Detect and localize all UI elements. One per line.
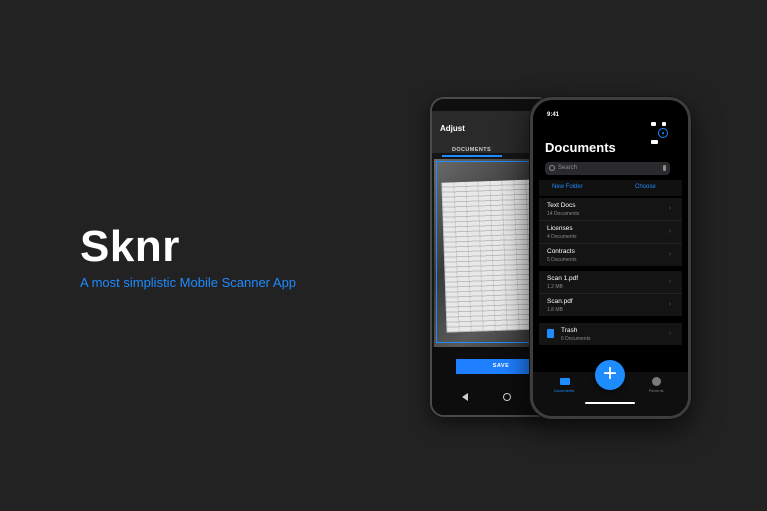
file-name: Scan.pdf — [547, 298, 573, 305]
trash-count: 6 Documents — [561, 335, 591, 342]
chevron-right-icon: › — [669, 228, 672, 235]
folder-name: Contracts — [547, 248, 575, 255]
chevron-right-icon: › — [669, 301, 672, 308]
page-title: Documents — [545, 140, 616, 155]
folder-count: 4 Documents — [547, 233, 577, 240]
new-folder-button[interactable]: New Folder — [552, 184, 583, 190]
chevron-right-icon: › — [669, 278, 672, 285]
trash-icon — [547, 329, 554, 338]
file-row-scan[interactable]: Scan.pdf 1.8 MB › — [539, 294, 682, 316]
battery-icon — [651, 140, 658, 144]
app-subtitle: A most simplistic Mobile Scanner App — [80, 275, 297, 290]
adjust-title: Adjust — [440, 124, 465, 133]
tab-recents-label[interactable]: Recents — [649, 388, 664, 393]
signal-icon — [651, 122, 656, 126]
hero: Sknr A most simplistic Mobile Scanner Ap… — [80, 222, 297, 291]
add-scan-button[interactable]: + — [595, 360, 625, 390]
folder-name: Licenses — [547, 225, 573, 232]
file-size: 1.2 MB — [547, 283, 563, 290]
tab-documents[interactable]: DOCUMENTS — [452, 147, 491, 153]
folder-count: 5 Documents — [547, 256, 577, 263]
search-placeholder: Search — [558, 165, 578, 171]
iphone-mockup: 9:41 Documents Search New Folder Choose … — [530, 97, 691, 419]
folder-count: 14 Documents — [547, 210, 580, 217]
trash-row[interactable]: Trash 6 Documents › — [539, 323, 682, 345]
trash-name: Trash — [561, 327, 578, 334]
microphone-icon[interactable] — [663, 165, 666, 171]
tab-underline — [442, 155, 502, 157]
choose-button[interactable]: Choose — [635, 184, 656, 190]
phone-notch — [578, 100, 643, 112]
file-row-scan-1[interactable]: Scan 1.pdf 1.2 MB › — [539, 271, 682, 294]
chevron-right-icon: › — [669, 251, 672, 258]
trash-list: Trash 6 Documents › — [539, 323, 682, 345]
home-indicator — [585, 402, 635, 404]
chevron-right-icon: › — [669, 330, 672, 337]
search-icon — [549, 165, 555, 171]
folder-row-text-docs[interactable]: Text Docs 14 Documents › — [539, 198, 682, 221]
tab-documents-label[interactable]: Documents — [554, 388, 574, 393]
folder-icon[interactable] — [560, 378, 570, 385]
status-icons — [651, 113, 673, 144]
file-list: Scan 1.pdf 1.2 MB › Scan.pdf 1.8 MB › — [539, 271, 682, 316]
status-time: 9:41 — [547, 112, 560, 118]
action-row: New Folder Choose — [539, 180, 682, 196]
search-input[interactable]: Search — [545, 162, 670, 175]
file-size: 1.8 MB — [547, 306, 563, 313]
folder-list: Text Docs 14 Documents › Licenses 4 Docu… — [539, 198, 682, 266]
back-icon[interactable] — [462, 393, 468, 401]
folder-row-licenses[interactable]: Licenses 4 Documents › — [539, 221, 682, 244]
chevron-right-icon: › — [669, 205, 672, 212]
settings-gear-icon[interactable] — [658, 128, 668, 138]
file-name: Scan 1.pdf — [547, 275, 579, 282]
wifi-icon — [662, 122, 667, 126]
app-title: Sknr — [80, 222, 180, 271]
clock-icon[interactable] — [652, 377, 661, 386]
home-icon[interactable] — [503, 393, 511, 401]
folder-name: Text Docs — [547, 202, 576, 209]
folder-row-contracts[interactable]: Contracts 5 Documents › — [539, 244, 682, 266]
